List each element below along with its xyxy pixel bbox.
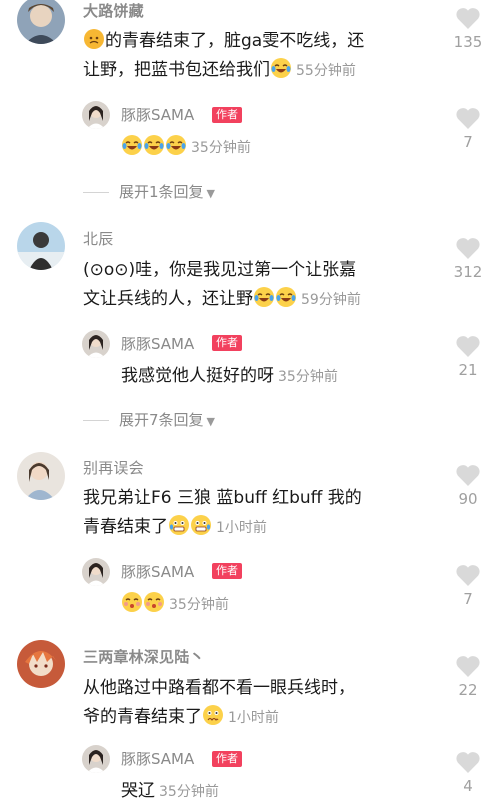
heart-icon — [456, 752, 480, 773]
laugh-cry-emoji-icon — [121, 134, 143, 156]
reply-avatar[interactable] — [82, 745, 110, 773]
caret-down-icon: ▼ — [206, 415, 216, 428]
comment-username[interactable]: 别再误会 — [83, 457, 144, 478]
comment-text: 让野，把蓝书包还给我们 55分钟前 — [83, 56, 356, 86]
laugh-cry-emoji-icon — [253, 286, 275, 308]
reply-text: 我感觉他人挺好的呀 35分钟前 — [121, 366, 338, 386]
reply-avatar[interactable] — [82, 330, 110, 358]
like-count: 312 — [453, 263, 483, 281]
like-count: 21 — [458, 361, 478, 379]
reply-time: 35分钟前 — [191, 140, 251, 156]
scared-emoji-icon — [202, 704, 224, 726]
like-button[interactable]: 90 — [452, 463, 484, 508]
like-button[interactable]: 135 — [452, 6, 484, 51]
comment-text: 的青春结束了，脏ga雯不吃线，还 — [83, 27, 364, 56]
comment-time: 55分钟前 — [296, 63, 356, 79]
scared-emoji-icon — [190, 514, 212, 536]
reply-text: 哭辽 35分钟前 — [121, 781, 219, 801]
heart-icon — [456, 8, 480, 29]
kiss-emoji-icon — [121, 591, 143, 613]
reply-time: 35分钟前 — [169, 597, 229, 613]
like-button[interactable]: 312 — [452, 236, 484, 281]
like-count: 7 — [463, 590, 473, 608]
like-count: 4 — [463, 777, 473, 795]
heart-icon — [456, 238, 480, 259]
avatar[interactable] — [17, 640, 65, 688]
laugh-cry-emoji-icon — [143, 134, 165, 156]
reply-username[interactable]: 豚豚SAMA — [121, 104, 194, 125]
comment-text: 文让兵线的人，还让野 59分钟前 — [83, 285, 361, 315]
reply-time: 35分钟前 — [159, 784, 219, 800]
comment-text: 我兄弟让F6 三狼 蓝buff 红buff 我的 — [83, 488, 362, 508]
laugh-cry-emoji-icon — [275, 286, 297, 308]
reply-text: 35分钟前 — [121, 590, 229, 619]
like-count: 22 — [458, 681, 478, 699]
fire-emoji-icon — [83, 28, 105, 50]
author-badge: 作者 — [212, 751, 242, 767]
reply-avatar[interactable] — [82, 101, 110, 129]
comment-text: 青春结束了 1小时前 — [83, 513, 267, 543]
divider — [83, 192, 109, 193]
like-button[interactable]: 7 — [452, 563, 484, 608]
avatar[interactable] — [17, 452, 65, 500]
like-button[interactable]: 22 — [452, 654, 484, 699]
avatar[interactable] — [17, 222, 65, 270]
author-badge: 作者 — [212, 107, 242, 123]
laugh-cry-emoji-icon — [270, 57, 292, 79]
reply-username[interactable]: 豚豚SAMA — [121, 561, 194, 582]
like-count: 7 — [463, 133, 473, 151]
author-badge: 作者 — [212, 563, 242, 579]
comment-text: 从他路过中路看都不看一眼兵线时， — [83, 678, 355, 698]
comment-time: 1小时前 — [216, 520, 267, 536]
reply-time: 35分钟前 — [278, 369, 338, 385]
expand-replies-button[interactable]: 展开7条回复 ▼ — [83, 409, 215, 430]
heart-icon — [456, 336, 480, 357]
heart-icon — [456, 565, 480, 586]
like-button[interactable]: 21 — [452, 334, 484, 379]
reply-avatar[interactable] — [82, 558, 110, 586]
comment-username[interactable]: 大路饼藏 — [83, 0, 144, 21]
like-count: 90 — [458, 490, 478, 508]
reply-username[interactable]: 豚豚SAMA — [121, 333, 194, 354]
scared-emoji-icon — [168, 514, 190, 536]
comment-time: 1小时前 — [228, 710, 279, 726]
heart-icon — [456, 465, 480, 486]
comment-username[interactable]: 北辰 — [83, 228, 113, 249]
comment-username[interactable]: 三两章林深见陆丶 — [83, 646, 205, 667]
expand-replies-button[interactable]: 展开1条回复 ▼ — [83, 181, 215, 202]
heart-icon — [456, 108, 480, 129]
heart-icon — [456, 656, 480, 677]
like-button[interactable]: 4 — [452, 750, 484, 795]
reply-text: 35分钟前 — [121, 133, 251, 162]
comment-text: 爷的青春结束了 1小时前 — [83, 703, 279, 733]
author-badge: 作者 — [212, 335, 242, 351]
reply-username[interactable]: 豚豚SAMA — [121, 748, 194, 769]
laugh-cry-emoji-icon — [165, 134, 187, 156]
like-count: 135 — [453, 33, 483, 51]
avatar[interactable] — [17, 0, 65, 44]
like-button[interactable]: 7 — [452, 106, 484, 151]
divider — [83, 420, 109, 421]
caret-down-icon: ▼ — [206, 187, 216, 200]
comment-time: 59分钟前 — [301, 292, 361, 308]
comment-text: (⊙o⊙)哇，你是我见过第一个让张嘉 — [83, 260, 357, 280]
kiss-emoji-icon — [143, 591, 165, 613]
